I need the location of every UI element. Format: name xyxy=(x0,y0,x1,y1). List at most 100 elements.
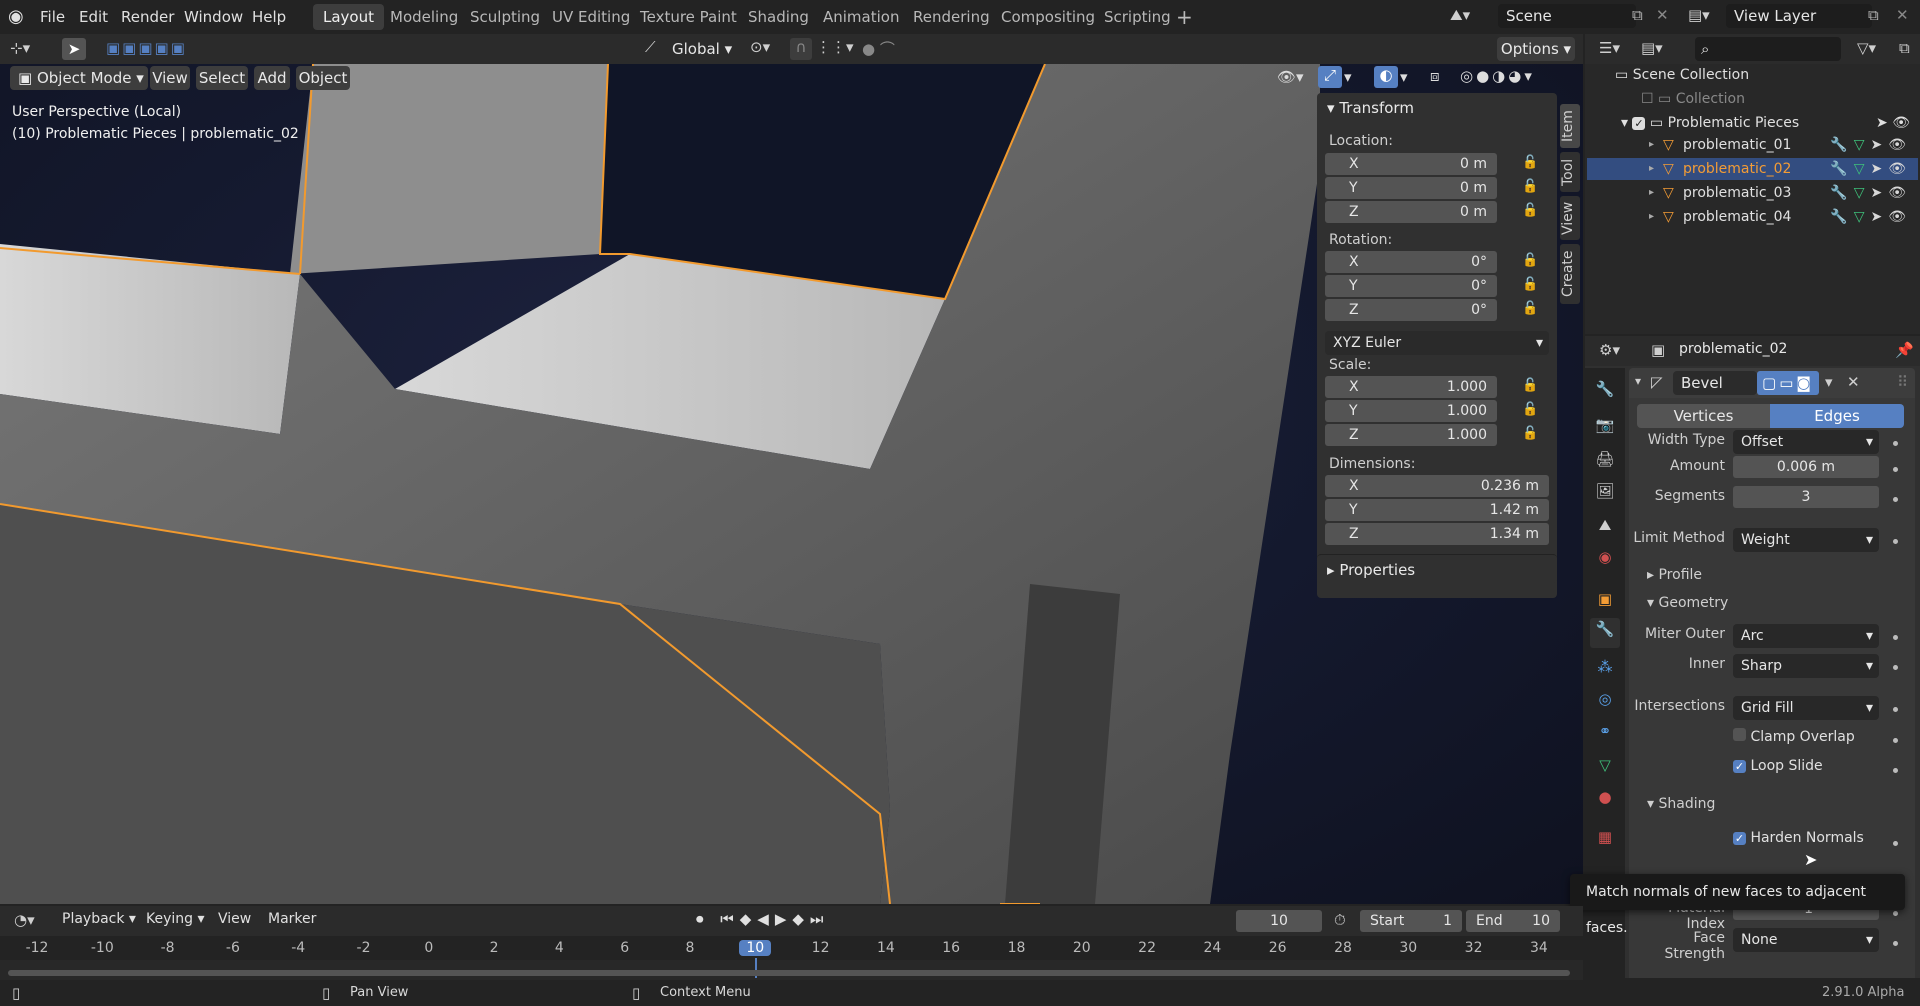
output-tab-icon[interactable]: 🖨 xyxy=(1594,448,1616,470)
affect-edges-toggle[interactable]: Edges xyxy=(1770,404,1904,428)
properties-panel-header[interactable]: ▸ Properties xyxy=(1317,554,1557,583)
end-frame-field[interactable]: End 10 xyxy=(1466,910,1560,932)
amount-field[interactable]: 0.006 m xyxy=(1733,456,1879,478)
sidebar-tab-tool[interactable]: Tool xyxy=(1560,152,1580,192)
menu-edit[interactable]: Edit xyxy=(73,5,114,29)
intersections-dropdown[interactable]: Grid Fill ▾ xyxy=(1733,696,1879,720)
tab-modeling[interactable]: Modeling xyxy=(380,4,468,30)
sidebar-tab-view[interactable]: View xyxy=(1560,196,1580,240)
keyframe-dot[interactable] xyxy=(1893,707,1898,712)
constraints-tab-icon[interactable]: ⚭ xyxy=(1594,720,1616,742)
keyframe-dot[interactable] xyxy=(1893,738,1898,743)
keyframe-dot[interactable] xyxy=(1893,635,1898,640)
drag-handle-icon[interactable]: ⠿ xyxy=(1897,373,1908,391)
harden-normals-checkbox[interactable]: ✓ Harden Normals xyxy=(1733,830,1864,846)
gizmo-dropdown-icon[interactable]: ▾ xyxy=(1344,68,1352,86)
new-view-layer-icon[interactable]: ⧉ xyxy=(1868,6,1879,24)
lock-icon[interactable]: 🔓 xyxy=(1522,179,1538,194)
menu-render[interactable]: Render xyxy=(115,5,180,29)
gizmo-icon[interactable]: ⤢ xyxy=(1318,66,1342,88)
shading-subpanel[interactable]: ▾ Shading xyxy=(1647,796,1715,812)
tab-rendering[interactable]: Rendering xyxy=(903,4,1000,30)
inner-dropdown[interactable]: Sharp ▾ xyxy=(1733,654,1879,678)
lock-icon[interactable]: 🔓 xyxy=(1522,426,1538,441)
affect-vertices-toggle[interactable]: Vertices xyxy=(1637,404,1770,428)
start-frame-field[interactable]: Start 1 xyxy=(1360,910,1462,932)
scene-tab-icon[interactable]: ⛰ xyxy=(1594,514,1616,536)
keyframe-dot[interactable] xyxy=(1893,539,1898,544)
marker-menu[interactable]: Marker xyxy=(268,911,316,927)
tab-texture-paint[interactable]: Texture Paint xyxy=(630,4,747,30)
lock-icon[interactable]: 🔓 xyxy=(1522,253,1538,268)
object-mode-dropdown[interactable]: ▣ Object Mode ▾ xyxy=(10,66,148,90)
physics-tab-icon[interactable]: ◎ xyxy=(1594,688,1616,710)
display-mode-icon[interactable]: ▤▾ xyxy=(1641,39,1663,57)
scene-icon[interactable]: ⛰▾ xyxy=(1450,6,1470,24)
scene-collection-row[interactable]: ▭ Scene Collection xyxy=(1615,67,1749,83)
select-menu[interactable]: Select xyxy=(196,66,248,90)
overlay-icon[interactable]: ◐ xyxy=(1374,66,1398,88)
playback-menu[interactable]: Playback ▾ xyxy=(62,911,136,927)
sidebar-tab-item[interactable]: Item xyxy=(1560,104,1580,148)
outliner-item[interactable]: ▸ ▽ problematic_03 🔧▽➤👁 xyxy=(1587,182,1918,204)
face-strength-dropdown[interactable]: None ▾ xyxy=(1733,928,1879,952)
loop-slide-checkbox[interactable]: ✓ Loop Slide xyxy=(1733,758,1823,774)
tab-animation[interactable]: Animation xyxy=(813,4,909,30)
view-layer-icon[interactable]: ▤▾ xyxy=(1688,6,1710,24)
menu-help[interactable]: Help xyxy=(246,5,292,29)
tab-sculpting[interactable]: Sculpting xyxy=(460,4,550,30)
modifier-menu-icon[interactable]: ▾ xyxy=(1825,373,1833,391)
properties-editor-icon[interactable]: ⚙▾ xyxy=(1599,341,1620,359)
row-toggle-icons[interactable]: 🔧▽➤👁 xyxy=(1830,158,1912,180)
outliner-search[interactable]: ⌕ xyxy=(1695,37,1841,61)
profile-subpanel[interactable]: ▸ Profile xyxy=(1647,567,1702,583)
add-workspace-icon[interactable]: + xyxy=(1176,5,1193,29)
modifier-visibility-icons[interactable]: ▢▭◙ xyxy=(1757,371,1819,395)
overlay-dropdown-icon[interactable]: ▾ xyxy=(1400,68,1408,86)
modifier-name-field[interactable]: Bevel xyxy=(1673,371,1757,395)
location-z-field[interactable]: Z 0 m xyxy=(1325,201,1497,223)
render-tab-icon[interactable]: 📷 xyxy=(1594,414,1616,436)
scale-x-field[interactable]: X 1.000 xyxy=(1325,376,1497,398)
row-toggle-icons[interactable]: 🔧▽➤👁 xyxy=(1830,182,1912,204)
clamp-overlap-checkbox[interactable]: Clamp Overlap xyxy=(1733,728,1855,745)
view-layer-tab-icon[interactable]: 🖼 xyxy=(1594,480,1616,502)
transform-orientation-dropdown[interactable]: Global ▾ xyxy=(672,38,732,60)
modifier-remove-icon[interactable]: ✕ xyxy=(1847,373,1860,391)
tab-shading[interactable]: Shading xyxy=(738,4,819,30)
keyframe-dot[interactable] xyxy=(1893,911,1898,916)
keyframe-dot[interactable] xyxy=(1893,941,1898,946)
lock-icon[interactable]: 🔓 xyxy=(1522,203,1538,218)
expand-icon[interactable]: ▸ xyxy=(1649,158,1654,180)
rotation-y-field[interactable]: Y 0° xyxy=(1325,275,1497,297)
editor-type-icon[interactable]: ⊹▾ xyxy=(10,39,30,57)
delete-scene-icon[interactable]: ✕ xyxy=(1656,6,1669,24)
scale-z-field[interactable]: Z 1.000 xyxy=(1325,424,1497,446)
problematic-pieces-row[interactable]: ▾ ✓ ▭ Problematic Pieces ➤ 👁 xyxy=(1621,115,1916,131)
keyframe-dot[interactable] xyxy=(1893,665,1898,670)
options-dropdown[interactable]: Options ▾ xyxy=(1497,37,1575,61)
preview-range-icon[interactable]: ⏱ xyxy=(1334,911,1346,929)
tab-uv-editing[interactable]: UV Editing xyxy=(542,4,640,30)
scale-y-field[interactable]: Y 1.000 xyxy=(1325,400,1497,422)
scene-selector[interactable]: Scene xyxy=(1498,4,1636,28)
timeline-scrollbar[interactable] xyxy=(8,970,1570,976)
tab-compositing[interactable]: Compositing xyxy=(991,4,1105,30)
tool-tab-icon[interactable]: 🔧 xyxy=(1594,378,1616,400)
keyframe-dot[interactable] xyxy=(1893,441,1898,446)
particles-tab-icon[interactable]: ⁂ xyxy=(1594,656,1616,678)
rotation-mode-dropdown[interactable]: XYZ Euler ▾ xyxy=(1325,331,1549,355)
tab-layout[interactable]: Layout xyxy=(313,4,384,30)
keyframe-dot[interactable] xyxy=(1893,768,1898,773)
dimensions-z-field[interactable]: Z 1.34 m xyxy=(1325,523,1549,545)
geometry-subpanel[interactable]: ▾ Geometry xyxy=(1647,595,1728,611)
material-tab-icon[interactable]: ● xyxy=(1594,786,1616,808)
object-tab-icon[interactable]: ▣ xyxy=(1594,588,1616,610)
keying-menu[interactable]: Keying ▾ xyxy=(146,911,205,927)
dimensions-x-field[interactable]: X 0.236 m xyxy=(1325,475,1549,497)
xray-icon[interactable]: ⧈ xyxy=(1430,67,1440,85)
keyframe-dot[interactable] xyxy=(1893,497,1898,502)
location-y-field[interactable]: Y 0 m xyxy=(1325,177,1497,199)
select-tool-icon[interactable]: ➤ xyxy=(62,38,86,60)
pin-icon[interactable]: 📌 xyxy=(1895,341,1914,359)
